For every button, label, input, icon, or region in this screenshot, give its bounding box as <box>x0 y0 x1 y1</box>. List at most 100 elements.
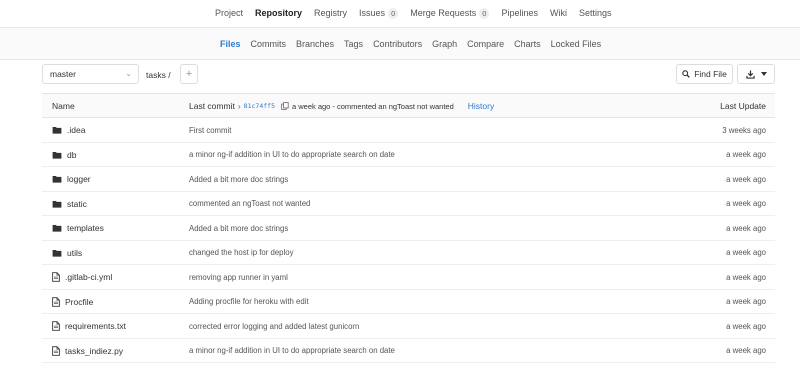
add-file-button[interactable]: + <box>180 64 198 84</box>
download-button[interactable] <box>737 64 775 84</box>
last-update-time: a week ago <box>726 321 766 331</box>
nav-item-project[interactable]: Project <box>215 8 243 18</box>
copy-icon[interactable] <box>281 102 289 110</box>
commit-message-link[interactable]: changed the host ip for deploy <box>189 248 293 257</box>
commit-message-link[interactable]: Added a bit more doc strings <box>189 175 288 184</box>
tab-graph[interactable]: Graph <box>432 39 457 49</box>
table-row: requirements.txt corrected error logging … <box>42 314 775 339</box>
table-row: utils changed the host ip for deploy a wee… <box>42 241 775 265</box>
commit-message-link[interactable]: corrected error logging and added latest… <box>189 322 359 331</box>
table-row: db a minor ng-if addition in UI to do app… <box>42 143 775 167</box>
file-name-link[interactable]: Procfile <box>52 297 93 307</box>
repo-toolbar: master ⌄ tasks / + Find File <box>0 60 800 90</box>
file-name: utils <box>67 247 83 258</box>
tab-contributors[interactable]: Contributors <box>373 39 422 49</box>
file-name-link[interactable]: .gitlab-ci.yml <box>52 272 112 282</box>
file-name-link[interactable]: static <box>52 199 87 209</box>
chevron-right-icon: › <box>237 101 241 111</box>
last-update-time: a week ago <box>726 346 766 355</box>
nav-item-pipelines[interactable]: Pipelines <box>501 8 538 18</box>
nav-item-label: Repository <box>255 8 303 18</box>
last-commit-label: Last commit <box>189 101 235 111</box>
nav-item-label: Wiki <box>549 8 567 18</box>
commit-message-link[interactable]: First commit <box>189 126 231 135</box>
branch-select[interactable]: master ⌄ <box>42 64 139 84</box>
file-name-link[interactable]: templates <box>52 223 104 233</box>
folder-icon <box>52 151 62 159</box>
folder-icon <box>52 249 62 257</box>
file-name-link[interactable]: .idea <box>52 125 85 135</box>
commit-message-link[interactable]: removing app runner in yaml <box>189 273 288 282</box>
nav-item-registry[interactable]: Registry <box>314 8 347 18</box>
download-icon <box>745 69 755 79</box>
folder-icon <box>52 224 62 232</box>
tab-charts[interactable]: Charts <box>514 39 541 49</box>
file-name: db <box>67 149 77 160</box>
file-name-link[interactable]: logger <box>52 174 91 184</box>
folder-icon <box>52 126 62 134</box>
nav-item-label: Registry <box>314 8 348 18</box>
file-table: Name Last commit › 81c74ff5 a week ago -… <box>42 93 775 363</box>
table-row: static commented an ngToast not wanted a w… <box>42 192 775 216</box>
file-name-link[interactable]: utils <box>52 248 82 258</box>
table-row: Procfile Adding procfile for heroku with … <box>42 290 775 314</box>
last-update-time: 3 weeks ago <box>722 125 766 135</box>
last-update-time: a week ago <box>726 150 766 159</box>
top-nav-items: Project Repository Registry Issues 0 Merge Re… <box>215 0 624 26</box>
find-file-label: Find File <box>694 69 727 79</box>
nav-item-label: Pipelines <box>501 8 538 18</box>
last-update-time: a week ago <box>726 297 766 306</box>
commit-message-link[interactable]: Adding procfile for heroku with edit <box>189 297 309 306</box>
file-table-header: Name Last commit › 81c74ff5 a week ago -… <box>42 93 775 118</box>
find-file-button[interactable]: Find File <box>676 64 733 84</box>
tab-locked-files[interactable]: Locked Files <box>551 39 602 49</box>
last-update-time: a week ago <box>726 248 766 257</box>
commit-message-link[interactable]: a minor ng-if addition in UI to do appro… <box>189 150 395 159</box>
count-badge: 0 <box>479 7 490 19</box>
nav-item-repository[interactable]: Repository <box>255 8 302 18</box>
file-icon <box>52 296 60 307</box>
file-name: requirements.txt <box>65 321 126 331</box>
nav-item-settings[interactable]: Settings <box>579 8 612 18</box>
folder-icon <box>52 175 62 183</box>
name-column-header: Name <box>52 101 75 111</box>
file-name: tasks_indiez.py <box>65 345 124 356</box>
last-update-time: a week ago <box>726 199 766 208</box>
count-badge: 0 <box>388 7 399 19</box>
tab-commits[interactable]: Commits <box>251 39 287 49</box>
nav-item-label: Merge Requests <box>410 8 477 18</box>
breadcrumb-path[interactable]: tasks / <box>146 70 171 80</box>
nav-item-wiki[interactable]: Wiki <box>550 8 567 18</box>
nav-item-label: Issues <box>359 8 386 18</box>
commit-message-link[interactable]: a minor ng-if addition in UI to do appro… <box>189 346 395 355</box>
commit-message-link[interactable]: Added a bit more doc strings <box>189 224 288 233</box>
commit-message-link[interactable]: commented an ngToast not wanted <box>189 199 310 208</box>
file-name-link[interactable]: requirements.txt <box>52 321 126 331</box>
tab-compare[interactable]: Compare <box>467 39 504 49</box>
top-nav: Project Repository Registry Issues 0 Merge Re… <box>0 0 800 26</box>
nav-item-label: Settings <box>578 8 612 18</box>
file-name: logger <box>67 174 91 184</box>
tab-branches[interactable]: Branches <box>296 39 334 49</box>
commit-sha-link[interactable]: 81c74ff5 <box>244 102 275 110</box>
branch-select-value: master <box>50 69 76 79</box>
tab-files[interactable]: Files <box>220 39 241 49</box>
folder-icon <box>52 200 62 208</box>
caret-down-icon <box>760 72 767 76</box>
file-name-link[interactable]: tasks_indiez.py <box>52 346 123 356</box>
nav-item-merge-requests[interactable]: Merge Requests 0 <box>410 7 490 19</box>
chevron-down-icon: ⌄ <box>125 69 132 78</box>
file-name: static <box>67 198 87 209</box>
history-link[interactable]: History <box>468 101 494 111</box>
file-table-body: .idea First commit 3 weeks ago db a minor ng… <box>42 118 775 363</box>
nav-item-label: Project <box>215 8 244 18</box>
file-icon <box>52 321 60 331</box>
last-update-time: a week ago <box>726 272 766 282</box>
file-name: templates <box>67 223 104 233</box>
tab-tags[interactable]: Tags <box>344 39 363 49</box>
last-commit-info: a week ago - commented an ngToast not wa… <box>291 101 454 111</box>
nav-item-issues[interactable]: Issues 0 <box>359 7 399 19</box>
table-row: .gitlab-ci.yml removing app runner in yam… <box>42 265 775 290</box>
file-name-link[interactable]: db <box>52 150 76 160</box>
last-commit-header: Last commit › 81c74ff5 a week ago - comm… <box>189 101 494 111</box>
